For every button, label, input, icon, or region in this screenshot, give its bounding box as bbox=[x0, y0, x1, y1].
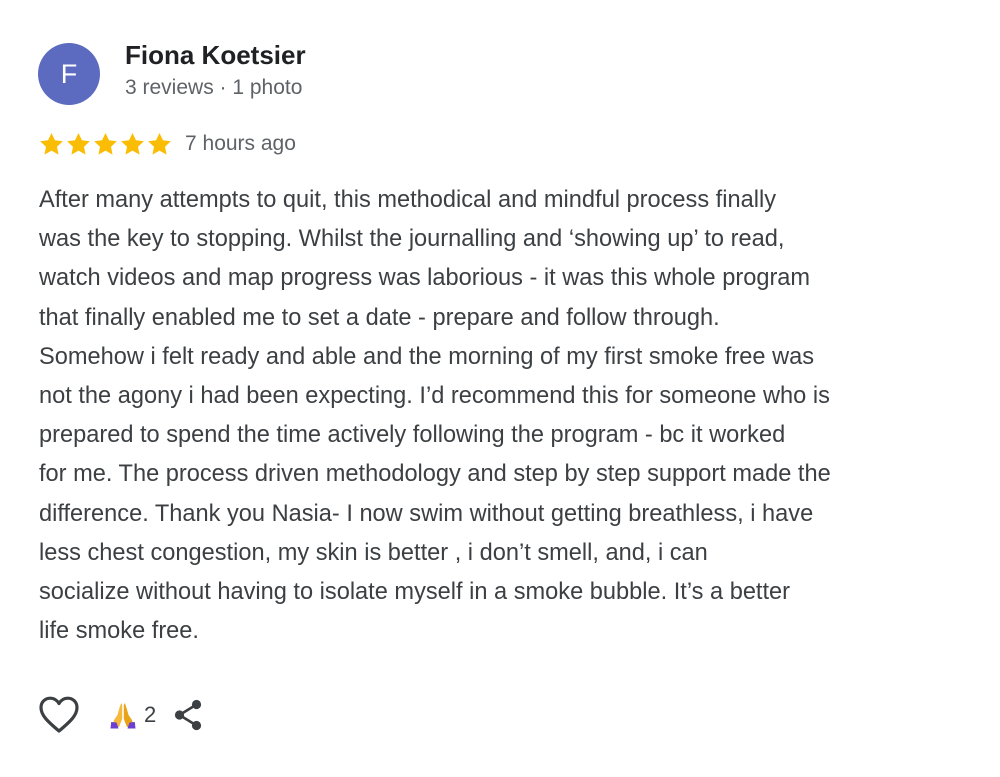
share-button[interactable] bbox=[172, 698, 204, 732]
review-text-line: difference. Thank you Nasia- I now swim … bbox=[39, 500, 814, 527]
review-text-line: for me. The process driven methodology a… bbox=[39, 461, 831, 488]
review-body: After many attempts to quit, this method… bbox=[39, 181, 979, 651]
reaction-count: 2 bbox=[144, 702, 157, 727]
author-avatar[interactable]: F bbox=[38, 43, 100, 105]
heart-outline-icon bbox=[39, 696, 79, 733]
review-text-line: After many attempts to quit, this method… bbox=[39, 187, 776, 213]
rating-row: 7 hours ago bbox=[38, 128, 296, 160]
review-time: 7 hours ago bbox=[185, 132, 296, 155]
review-actions: 2 bbox=[38, 693, 204, 737]
share-icon bbox=[175, 699, 202, 731]
review-text-line: watch videos and map progress was labori… bbox=[39, 265, 811, 292]
author-review-count: 3 reviews · 1 photo bbox=[125, 76, 303, 99]
reaction-button[interactable]: 2 bbox=[108, 700, 156, 730]
star-icon bbox=[38, 131, 65, 158]
star-rating bbox=[38, 131, 173, 158]
star-icon bbox=[65, 131, 92, 158]
review-text-line: Somehow i felt ready and able and the mo… bbox=[39, 343, 815, 370]
review-text-line: that finally enabled me to set a date - … bbox=[39, 304, 720, 331]
author-name[interactable]: Fiona Koetsier bbox=[125, 40, 306, 71]
review-text-line: was the key to stopping. Whilst the jour… bbox=[39, 226, 785, 253]
folded-hands-icon bbox=[108, 700, 138, 730]
like-button[interactable] bbox=[38, 695, 80, 735]
avatar-initial: F bbox=[60, 58, 78, 89]
star-icon bbox=[119, 131, 146, 158]
review-text-line: not the agony i had been expecting. I’d … bbox=[39, 383, 830, 410]
review-text-line: life smoke free. bbox=[39, 618, 199, 645]
star-icon bbox=[92, 131, 119, 158]
review-text-line: less chest congestion, my skin is better… bbox=[39, 539, 708, 566]
review-text-line: prepared to spend the time actively foll… bbox=[39, 422, 786, 449]
star-icon bbox=[146, 131, 173, 158]
review-text-line: socialize without having to isolate myse… bbox=[39, 579, 791, 606]
